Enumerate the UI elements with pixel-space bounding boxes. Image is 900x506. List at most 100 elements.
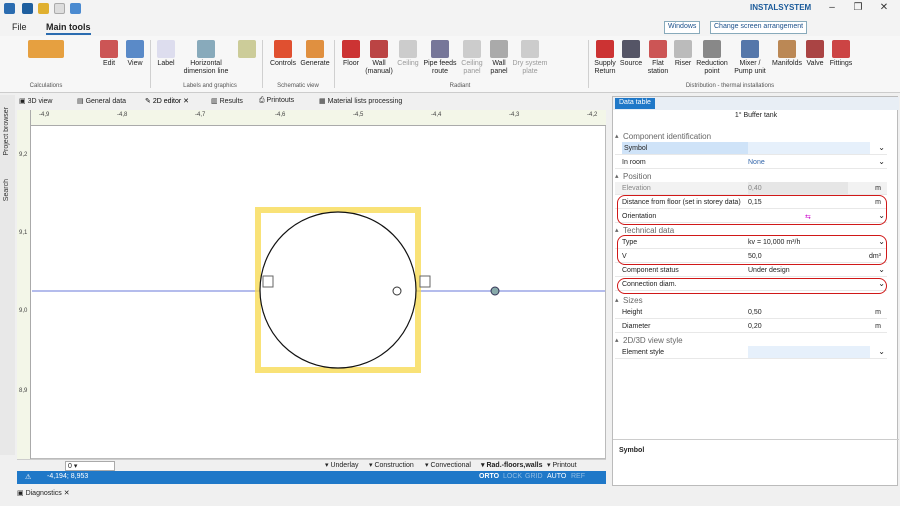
tab-printouts[interactable]: ⎙ Printouts: [259, 97, 294, 105]
reduction-point-button[interactable]: Reduction point: [694, 40, 730, 76]
generate-icon: [306, 40, 324, 58]
mode-orto[interactable]: ORTO: [479, 473, 499, 480]
property-description: Symbol: [619, 447, 645, 454]
flat-station-button[interactable]: Flat station: [644, 40, 672, 76]
ceiling-icon: [399, 40, 417, 58]
row-diameter[interactable]: Diameter 0,20 m: [615, 320, 887, 333]
connector-left-icon: [262, 275, 274, 288]
layer-printout[interactable]: ▾ Printout: [547, 461, 577, 469]
data-table-tab[interactable]: Data table: [615, 98, 655, 109]
ceiling-button[interactable]: Ceiling: [394, 40, 422, 68]
section-sizes[interactable]: ▴ Sizes: [615, 294, 887, 306]
section-view-style[interactable]: ▴ 2D/3D view style: [615, 334, 887, 346]
tab-material-lists[interactable]: ▦ Material lists processing: [319, 97, 402, 105]
layer-underlay[interactable]: ▾ Underlay: [325, 461, 358, 469]
pump-icon: [741, 40, 759, 58]
wall-panel-button[interactable]: Wall panel: [486, 40, 512, 76]
pin-icon: [274, 40, 292, 58]
dimension-icon: [197, 40, 215, 58]
tab-results[interactable]: ▥ Results: [211, 97, 243, 105]
ruler-tick-label: -4,7: [195, 112, 206, 118]
row-elevation: Elevation 0,40 m: [615, 182, 887, 195]
mode-lock[interactable]: LOCK: [503, 473, 522, 480]
screen-arrangement-dropdown[interactable]: Change screen arrangement: [710, 21, 808, 34]
horizontal-dimension-button[interactable]: Horizontal dimension line: [178, 40, 234, 76]
menu-file[interactable]: File: [12, 22, 27, 32]
floor-button[interactable]: Floor: [338, 40, 364, 68]
tab-general-data[interactable]: ▤ General data: [77, 97, 126, 105]
save-icon[interactable]: [22, 3, 33, 14]
generate-button[interactable]: Generate: [300, 40, 330, 68]
highlight-position: [617, 195, 887, 225]
new-icon[interactable]: [54, 3, 65, 14]
left-sidebar: Project browser Search: [0, 95, 15, 455]
edit-button[interactable]: Edit: [98, 40, 120, 68]
level-select[interactable]: 0 ▾: [65, 461, 115, 471]
node-icon: [490, 286, 500, 296]
drawing-area: [32, 207, 605, 373]
mode-ref[interactable]: REF: [571, 473, 585, 480]
fittings-button[interactable]: Fittings: [826, 40, 856, 68]
minimize-icon[interactable]: –: [820, 2, 844, 13]
mode-auto[interactable]: AUTO: [547, 473, 566, 480]
wall-manual-button[interactable]: Wall (manual): [364, 40, 394, 76]
data-table-panel: Data table 1° Buffer tank ▴ Component ide…: [612, 96, 899, 486]
ruler-tick-label: 9,0: [19, 308, 28, 314]
warning-icon[interactable]: ⚠: [25, 473, 31, 481]
row-element-style[interactable]: Element style ⌄: [615, 346, 887, 359]
valve-button[interactable]: Valve: [804, 40, 826, 68]
ruler-tick-label: -4,4: [431, 112, 442, 118]
source-button[interactable]: Source: [618, 40, 644, 68]
text-tools[interactable]: [236, 40, 258, 60]
view-button[interactable]: View: [124, 40, 146, 68]
row-symbol[interactable]: Symbol ⌄: [615, 142, 887, 155]
row-in-room[interactable]: In room None ⌄: [615, 156, 887, 169]
layer-construction[interactable]: ▾ Construction: [369, 461, 414, 469]
riser-icon: [674, 40, 692, 58]
ribbon: Edit View Label Horizontal dimension lin…: [0, 36, 900, 93]
layer-bar: 0 ▾ ▾ Underlay ▾ Construction ▾ Convecti…: [17, 459, 606, 471]
project-browser-tab[interactable]: Project browser: [3, 107, 10, 156]
manifolds-button[interactable]: Manifolds: [770, 40, 804, 68]
mode-grid[interactable]: GRID: [525, 473, 543, 480]
layer-rad-floors-walls[interactable]: ▾ Rad.-floors,walls: [481, 461, 542, 469]
dry-system-plate-button[interactable]: Dry system plate: [512, 40, 548, 76]
row-component-status[interactable]: Component status Under design ⌄: [615, 264, 887, 277]
controls-button[interactable]: Controls: [266, 40, 300, 68]
app-icon[interactable]: [4, 3, 15, 14]
tab-3d-view[interactable]: ▣ 3D view: [19, 97, 52, 105]
open-icon[interactable]: [38, 3, 49, 14]
tab-2d-editor[interactable]: ✎ 2D editor ✕: [145, 97, 189, 105]
calculations-tools[interactable]: [26, 40, 66, 60]
section-component[interactable]: ▴ Component identification: [615, 130, 887, 142]
ruler-tick-label: 9,2: [19, 152, 28, 158]
buffer-tank-symbol: [259, 211, 417, 369]
group-schematic: Schematic view: [277, 83, 319, 89]
layer-convectional[interactable]: ▾ Convectional: [425, 461, 471, 469]
pipe-feeds-route-button[interactable]: Pipe feeds route: [422, 40, 458, 76]
search-tab[interactable]: Search: [3, 179, 10, 201]
ceiling-panel-button[interactable]: Ceiling panel: [458, 40, 486, 76]
document-tabs: ▣ 3D view ▤ General data ✎ 2D editor ✕ ▥…: [15, 95, 607, 109]
diagnostics-tab[interactable]: ▣ Diagnostics ✕: [17, 489, 70, 497]
supply-return-button[interactable]: Supply Return: [592, 40, 618, 76]
ruler-tick-label: -4,2: [587, 112, 598, 118]
supply-return-icon: [596, 40, 614, 58]
connector-right-icon: [419, 275, 431, 288]
undo-icon[interactable]: [70, 3, 81, 14]
left-ruler: 9,2 9,1 9,0 8,9: [17, 110, 31, 459]
panel-header: Data table: [613, 97, 899, 110]
restore-icon[interactable]: ❐: [846, 2, 870, 13]
menu-main-tools[interactable]: Main tools: [46, 22, 91, 35]
close-icon[interactable]: ✕: [872, 2, 896, 13]
ceiling-panel-icon: [463, 40, 481, 58]
row-height[interactable]: Height 0,50 m: [615, 306, 887, 319]
riser-button[interactable]: Riser: [672, 40, 694, 68]
wall-panel-icon: [490, 40, 508, 58]
label-button[interactable]: Label: [154, 40, 178, 68]
windows-dropdown[interactable]: Windows: [664, 21, 701, 34]
mixer-pump-button[interactable]: Mixer / Pump unit: [730, 40, 770, 76]
manifold-icon: [778, 40, 796, 58]
section-position[interactable]: ▴ Position: [615, 170, 887, 182]
highlight-technical: [617, 235, 887, 265]
